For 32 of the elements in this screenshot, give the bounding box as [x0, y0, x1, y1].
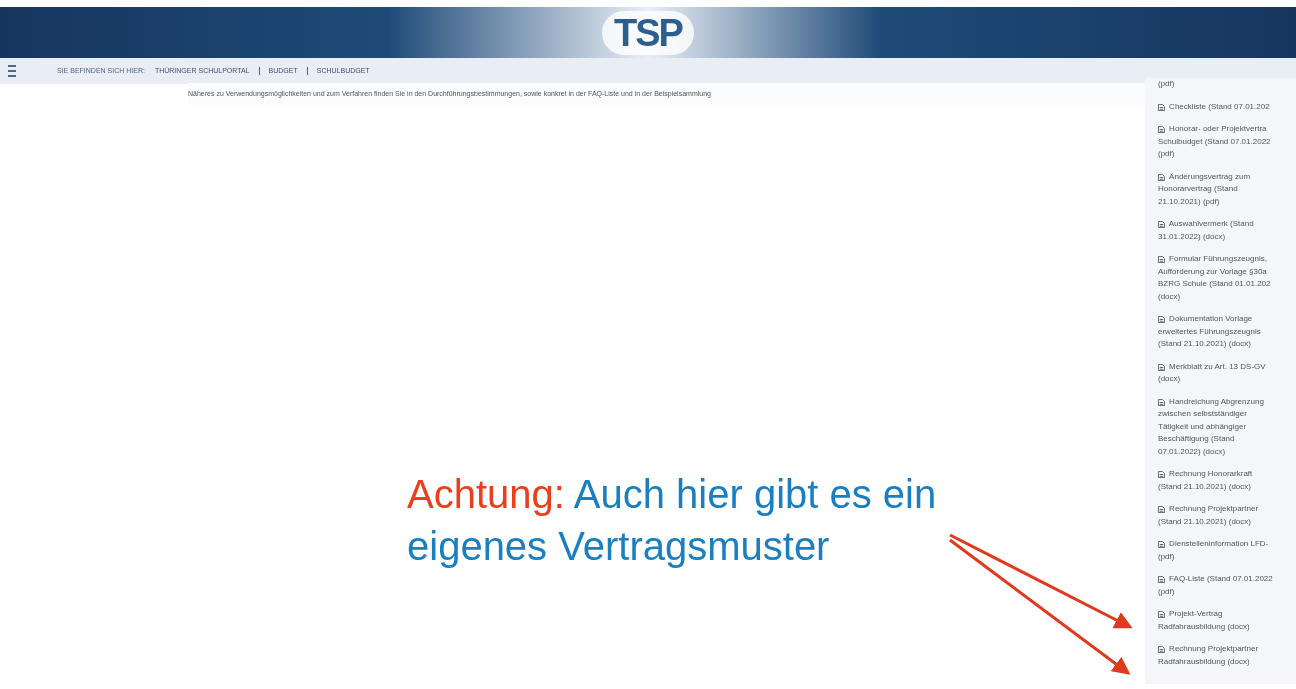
document-icon — [1158, 398, 1165, 406]
document-icon — [1158, 103, 1165, 111]
download-link[interactable]: Auswahlvermerk (Stand 31.01.2022) (docx) — [1158, 218, 1254, 243]
download-link[interactable]: Honorar- oder Projektvertra Schulbudget (Stand 07.01.2022 (pdf) — [1158, 123, 1271, 161]
document-icon — [1158, 221, 1165, 228]
download-link[interactable]: Änderungsvertrag zum Honorarvertrag (Stand 21.10.2021) (pdf) — [1158, 170, 1251, 208]
download-link[interactable]: Dienstelleninformation LFD- (pdf) — [1158, 538, 1269, 563]
document-icon — [1158, 173, 1165, 181]
download-link[interactable]: Merkblatt zu Art. 13 DS-GV (docx) — [1158, 360, 1266, 386]
logo[interactable]: TSP — [602, 10, 694, 55]
annotation-text: Achtung: Auch hier gibt es ein eigenes Vertragsmuster — [407, 471, 938, 570]
document-icon — [1158, 471, 1165, 478]
download-link[interactable]: Dokumentation Vorlage erweitertes Führungszeugnis (Stand 21.10.2021) (docx) — [1158, 313, 1261, 351]
download-link[interactable]: Handreichung Abgrenzung zwischen selbstständiger Tätigkeit und abhängiger Beschäftigung (Stand 07.01.2022) (docx) — [1158, 395, 1264, 458]
download-link[interactable]: Projekt-Vertrag Radfahrausbildung (docx) — [1158, 608, 1250, 633]
document-icon — [1158, 256, 1165, 263]
download-link[interactable]: Rechnung Projektpartner Radfahrausbildung (docx) — [1158, 643, 1259, 668]
document-icon — [1158, 316, 1165, 323]
document-icon — [1158, 126, 1165, 133]
download-link[interactable]: Rechnung Projektpartner (Stand 21.10.2021) (docx) — [1158, 503, 1259, 528]
document-icon — [1158, 541, 1165, 548]
download-link[interactable]: FAQ-Liste (Stand 07.01.2022 (pdf) — [1158, 573, 1273, 598]
document-icon — [1158, 506, 1165, 513]
download-link[interactable]: Checkliste (Stand 07.01.202 — [1158, 100, 1270, 113]
document-icon — [1158, 611, 1165, 618]
document-icon — [1158, 646, 1165, 653]
download-link[interactable]: Rechnung Honorarkraft (Stand 21.10.2021) (docx) — [1158, 468, 1253, 493]
document-icon — [1158, 363, 1165, 371]
document-icon — [1158, 576, 1165, 583]
download-link[interactable]: (pdf) — [1158, 78, 1175, 91]
menu-icon[interactable] — [8, 65, 16, 77]
download-link[interactable]: Formular Führungszeugnis, Aufforderung zur Vorlage §30a BZRG Schule (Stand 01.01.202 (docx) — [1158, 253, 1271, 303]
